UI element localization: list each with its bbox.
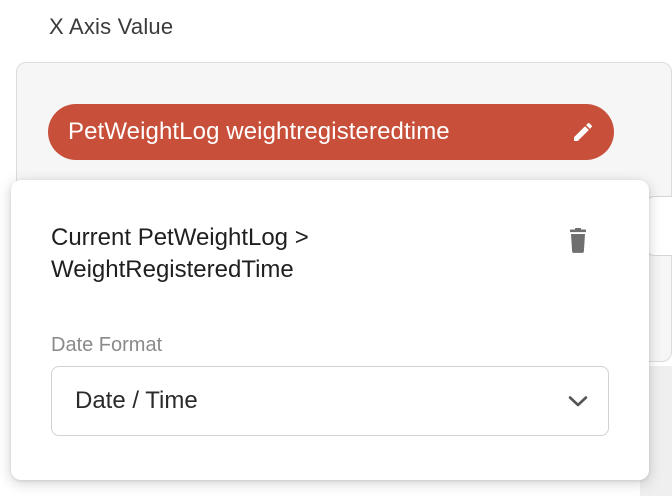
source-path: Current PetWeightLog > WeightRegisteredT… [51, 222, 481, 286]
delete-button[interactable] [563, 224, 593, 258]
source-path-line-2: WeightRegisteredTime [51, 256, 294, 283]
pencil-icon[interactable] [570, 119, 596, 145]
date-format-value: Date / Time [75, 387, 198, 414]
chip-label: PetWeightLog weightregisteredtime [68, 118, 450, 145]
date-format-select[interactable]: Date / Time [51, 366, 609, 436]
chevron-down-icon [564, 387, 592, 415]
x-axis-value-label: X Axis Value [49, 14, 174, 39]
x-axis-source-popover: Current PetWeightLog > WeightRegisteredT… [11, 180, 649, 480]
date-format-label: Date Format [51, 334, 163, 356]
background-field-edge [646, 196, 672, 256]
trash-icon [570, 228, 586, 253]
x-axis-value-chip[interactable]: PetWeightLog weightregisteredtime [48, 104, 614, 160]
source-path-line-1: Current PetWeightLog > [51, 224, 309, 251]
